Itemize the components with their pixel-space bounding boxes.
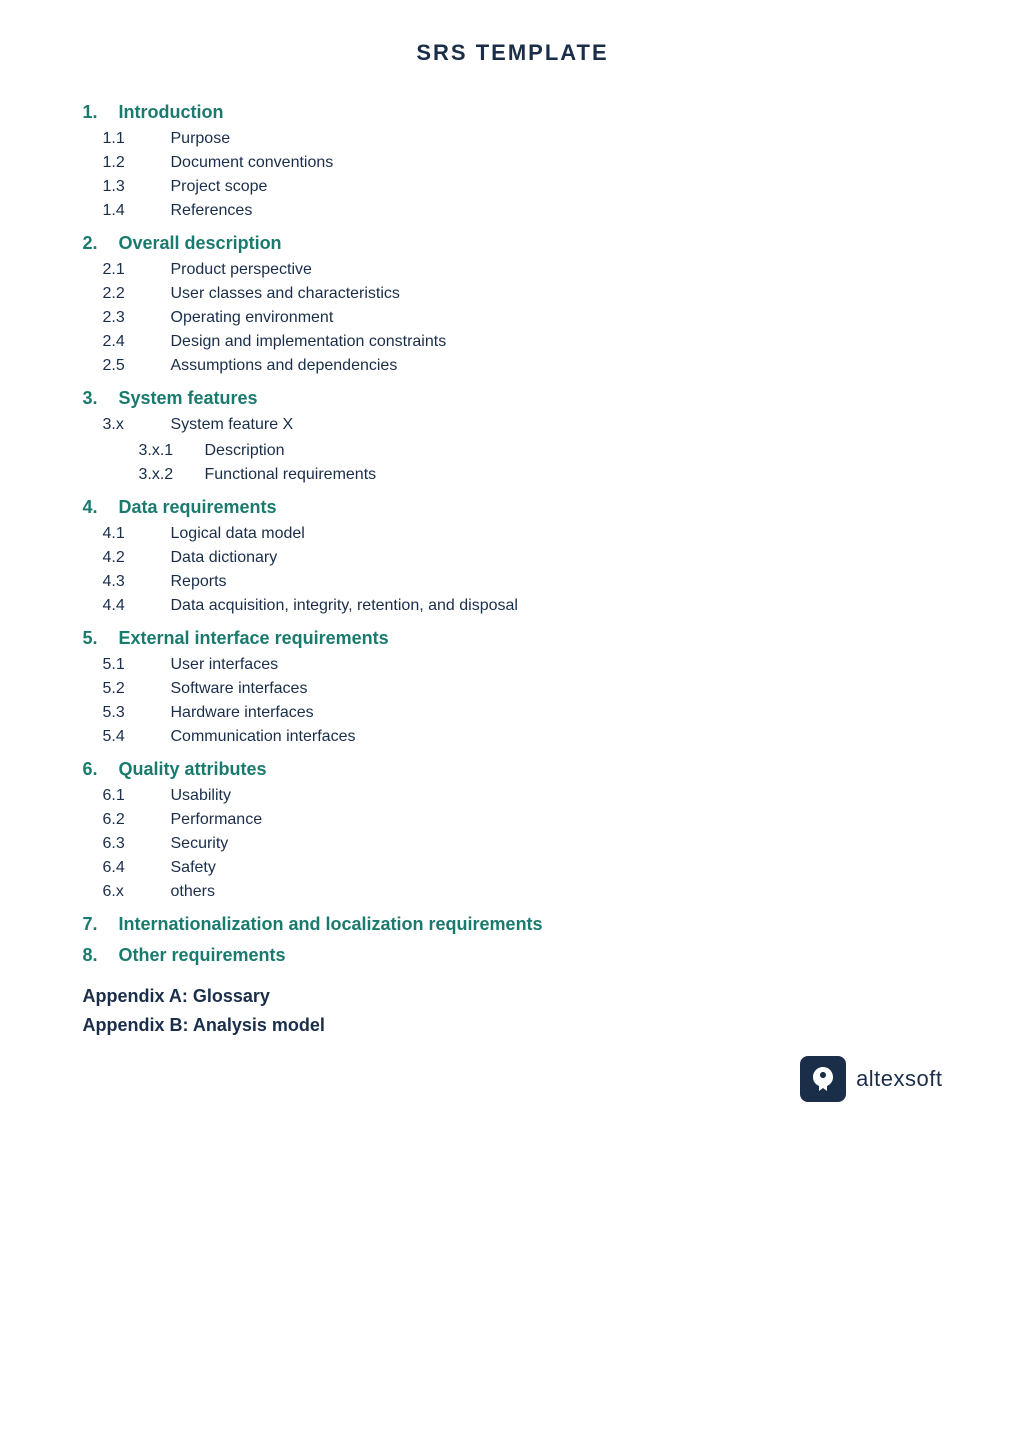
list-item: 2.2 User classes and characteristics [103, 282, 943, 306]
section-2-number: 2. [83, 233, 111, 254]
section-4: 4. Data requirements 4.1 Logical data mo… [83, 497, 943, 618]
section-6: 6. Quality attributes 6.1 Usability 6.2 … [83, 759, 943, 904]
list-item: 5.1 User interfaces [103, 653, 943, 677]
section-2-items: 2.1 Product perspective 2.2 User classes… [103, 258, 943, 378]
section-8-number: 8. [83, 945, 111, 966]
section-2-header: 2. Overall description [83, 233, 943, 254]
section-4-number: 4. [83, 497, 111, 518]
section-8-header: 8. Other requirements [83, 945, 943, 966]
section-5-items: 5.1 User interfaces 5.2 Software interfa… [103, 653, 943, 749]
section-6-number: 6. [83, 759, 111, 780]
list-item: 2.5 Assumptions and dependencies [103, 354, 943, 378]
section-3-header: 3. System features [83, 388, 943, 409]
section-7-number: 7. [83, 914, 111, 935]
section-3-items: 3.x System feature X 3.x.1 Description 3… [103, 413, 943, 487]
list-item: 2.4 Design and implementation constraint… [103, 330, 943, 354]
list-item: 2.1 Product perspective [103, 258, 943, 282]
altexsoft-icon-svg [809, 1065, 837, 1093]
list-item: 5.4 Communication interfaces [103, 725, 943, 749]
list-item: 6.3 Security [103, 832, 943, 856]
page-container: SRS TEMPLATE 1. Introduction 1.1 Purpose… [83, 40, 943, 1102]
section-1: 1. Introduction 1.1 Purpose 1.2 Document… [83, 102, 943, 223]
appendix-b: Appendix B: Analysis model [83, 1015, 943, 1036]
list-item: 5.2 Software interfaces [103, 677, 943, 701]
altexsoft-logo-text: altexsoft [856, 1066, 942, 1092]
list-item: 4.3 Reports [103, 570, 943, 594]
section-6-items: 6.1 Usability 6.2 Performance 6.3 Securi… [103, 784, 943, 904]
section-8: 8. Other requirements [83, 945, 943, 966]
section-3-title: System features [119, 388, 258, 409]
list-item: 2.3 Operating environment [103, 306, 943, 330]
section-7-title: Internationalization and localization re… [119, 914, 543, 935]
section-2-title: Overall description [119, 233, 282, 254]
appendices: Appendix A: Glossary Appendix B: Analysi… [83, 986, 943, 1036]
section-5-title: External interface requirements [119, 628, 389, 649]
section-4-header: 4. Data requirements [83, 497, 943, 518]
list-item: 6.4 Safety [103, 856, 943, 880]
list-item: 1.3 Project scope [103, 175, 943, 199]
section-7-header: 7. Internationalization and localization… [83, 914, 943, 935]
footer-logo: altexsoft [83, 1056, 943, 1102]
list-item: 1.4 References [103, 199, 943, 223]
list-item: 4.2 Data dictionary [103, 546, 943, 570]
section-6-header: 6. Quality attributes [83, 759, 943, 780]
section-5-header: 5. External interface requirements [83, 628, 943, 649]
section-4-title: Data requirements [119, 497, 277, 518]
altexsoft-logo-icon [800, 1056, 846, 1102]
section-7: 7. Internationalization and localization… [83, 914, 943, 935]
section-8-title: Other requirements [119, 945, 286, 966]
list-item: 3.x.1 Description [139, 439, 943, 463]
list-item: 3.x.2 Functional requirements [139, 463, 943, 487]
section-5: 5. External interface requirements 5.1 U… [83, 628, 943, 749]
table-of-contents: 1. Introduction 1.1 Purpose 1.2 Document… [83, 102, 943, 966]
section-3: 3. System features 3.x System feature X … [83, 388, 943, 487]
section-5-number: 5. [83, 628, 111, 649]
section-1-title: Introduction [119, 102, 224, 123]
list-item: 6.x others [103, 880, 943, 904]
section-3-number: 3. [83, 388, 111, 409]
appendix-a: Appendix A: Glossary [83, 986, 943, 1007]
section-2: 2. Overall description 2.1 Product persp… [83, 233, 943, 378]
section-3-subitems: 3.x.1 Description 3.x.2 Functional requi… [139, 439, 943, 487]
section-4-items: 4.1 Logical data model 4.2 Data dictiona… [103, 522, 943, 618]
list-item: 4.4 Data acquisition, integrity, retenti… [103, 594, 943, 618]
list-item: 3.x System feature X [103, 413, 943, 437]
list-item: 1.1 Purpose [103, 127, 943, 151]
list-item: 6.1 Usability [103, 784, 943, 808]
section-1-number: 1. [83, 102, 111, 123]
section-1-items: 1.1 Purpose 1.2 Document conventions 1.3… [103, 127, 943, 223]
section-6-title: Quality attributes [119, 759, 267, 780]
page-title: SRS TEMPLATE [83, 40, 943, 66]
list-item: 4.1 Logical data model [103, 522, 943, 546]
list-item: 5.3 Hardware interfaces [103, 701, 943, 725]
list-item: 1.2 Document conventions [103, 151, 943, 175]
list-item: 6.2 Performance [103, 808, 943, 832]
section-1-header: 1. Introduction [83, 102, 943, 123]
